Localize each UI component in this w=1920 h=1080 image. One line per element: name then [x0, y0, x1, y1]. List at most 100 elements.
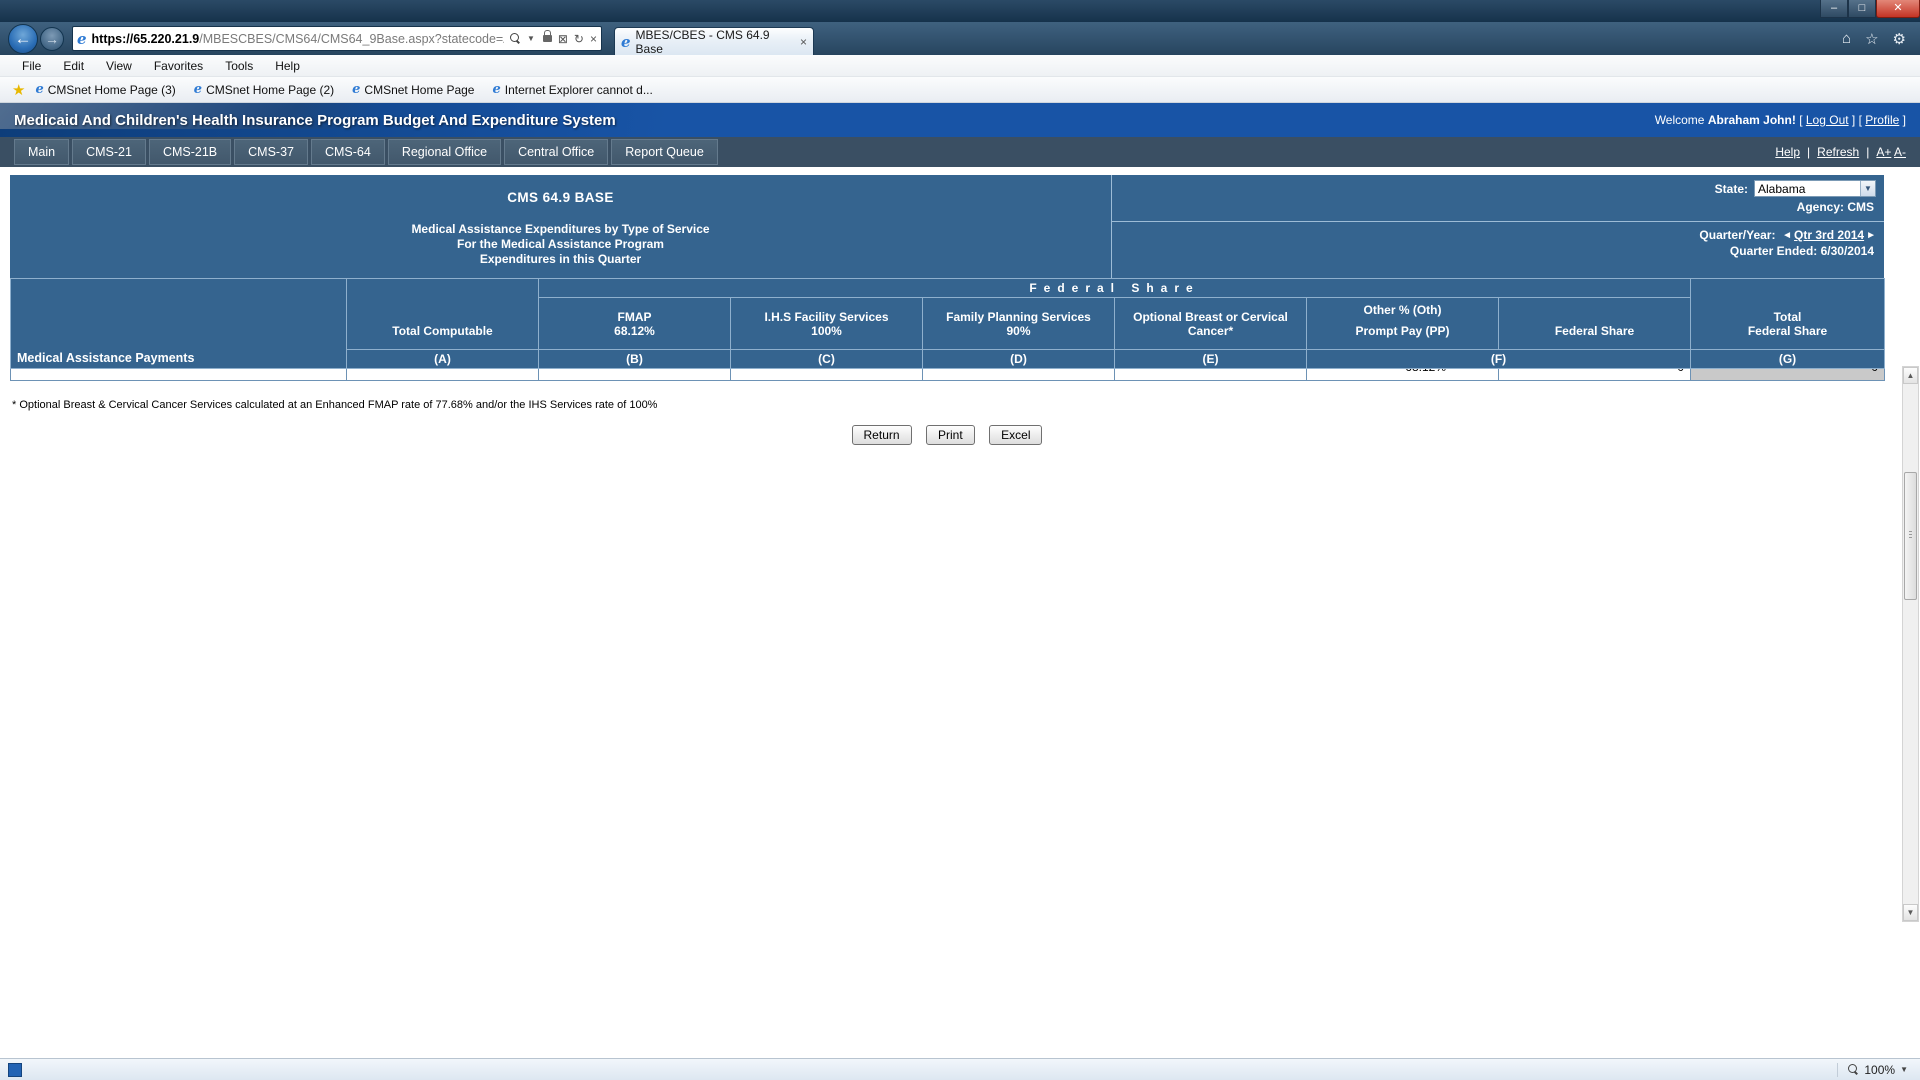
form-header: CMS 64.9 BASE Medical Assistance Expendi…: [10, 175, 1884, 278]
action-buttons: Return Print Excel: [10, 425, 1884, 445]
col-letter-b: (B): [539, 350, 731, 369]
state-label: State:: [1715, 182, 1748, 196]
minimize-button[interactable]: –: [1820, 0, 1848, 18]
nav-tab-cms21b[interactable]: CMS-21B: [149, 139, 231, 165]
menu-file[interactable]: File: [22, 59, 41, 73]
nav-tab-cms21[interactable]: CMS-21: [72, 139, 146, 165]
close-button[interactable]: ✕: [1876, 0, 1920, 18]
page-content: CMS 64.9 BASE Medical Assistance Expendi…: [0, 167, 1920, 445]
quarter-year-label: Quarter/Year:: [1699, 228, 1775, 242]
url-text[interactable]: https://65.220.21.9/MBESCBES/CMS64/CMS64…: [92, 32, 504, 46]
col-header-fmap: FMAP68.12%: [539, 298, 731, 350]
tab-close-icon[interactable]: ×: [800, 35, 807, 49]
menu-view[interactable]: View: [106, 59, 132, 73]
tab-title: MBES/CBES - CMS 64.9 Base: [636, 28, 800, 56]
col-header-ihs: I.H.S Facility Services100%: [731, 298, 923, 350]
excel-button[interactable]: Excel: [989, 425, 1042, 445]
menu-tools[interactable]: Tools: [225, 59, 253, 73]
profile-link[interactable]: Profile: [1865, 113, 1899, 127]
refresh-icon[interactable]: ↻: [574, 32, 584, 46]
table-body: 68.12% 0 0: [11, 369, 1885, 381]
scrollbar-thumb[interactable]: [1904, 472, 1917, 600]
back-button[interactable]: ←: [8, 24, 38, 54]
agency-label: Agency: CMS: [1797, 200, 1874, 214]
zoom-magnifier-icon: [1848, 1064, 1859, 1075]
browser-window: – □ ✕ ← → e https://65.220.21.9/MBESCBES…: [0, 0, 1920, 1080]
favicon-icon: e: [352, 82, 360, 97]
forward-button[interactable]: →: [40, 27, 64, 51]
quarter-next-icon[interactable]: ►: [1866, 230, 1876, 241]
nav-tab-cms64[interactable]: CMS-64: [311, 139, 385, 165]
print-button[interactable]: Print: [926, 425, 975, 445]
favicon-icon: e: [194, 82, 202, 97]
zoom-control[interactable]: 100% ▼: [1837, 1063, 1912, 1077]
status-bar: 100% ▼: [0, 1058, 1920, 1080]
user-name: Abraham John!: [1708, 113, 1796, 127]
stop-icon[interactable]: ×: [590, 32, 597, 46]
security-lock-icon: [543, 35, 552, 42]
menu-edit[interactable]: Edit: [63, 59, 84, 73]
scroll-down-icon[interactable]: ▼: [1903, 904, 1918, 921]
col-letter-d: (D): [923, 350, 1115, 369]
tools-gear-icon[interactable]: ⚙: [1893, 30, 1906, 48]
menu-favorites[interactable]: Favorites: [154, 59, 203, 73]
col-letter-g: (G): [1691, 350, 1885, 369]
favorite-link[interactable]: eCMSnet Home Page: [352, 82, 474, 97]
col-header-other-pct: Other % (Oth)Prompt Pay (PP): [1307, 298, 1499, 350]
favicon-icon: e: [35, 82, 43, 97]
scroll-up-icon[interactable]: ▲: [1903, 367, 1918, 384]
col-header-federal-share: Federal Share: [1499, 298, 1691, 350]
federal-share-group-header: Federal Share: [539, 279, 1691, 298]
quarter-ended-label: Quarter Ended: 6/30/2014: [1730, 244, 1874, 258]
nav-utility-links: Help|Refresh|A+ A-: [1775, 145, 1906, 159]
partial-scrolled-row: 68.12% 0 0: [11, 369, 1885, 381]
menu-help[interactable]: Help: [275, 59, 300, 73]
expenditure-table: Medical Assistance Payments Total Comput…: [10, 278, 1885, 381]
form-subtitle: Medical Assistance Expenditures by Type …: [10, 222, 1111, 267]
select-caret-icon: ▼: [1860, 181, 1875, 196]
nav-tab-regional-office[interactable]: Regional Office: [388, 139, 501, 165]
col-header-total-federal-share: TotalFederal Share: [1691, 279, 1885, 350]
quarter-year-value[interactable]: Qtr 3rd 2014: [1794, 228, 1864, 242]
search-dropdown-icon[interactable]: ▼: [527, 34, 535, 43]
return-button[interactable]: Return: [852, 425, 912, 445]
zoom-caret-icon: ▼: [1900, 1065, 1908, 1074]
home-icon[interactable]: ⌂: [1842, 30, 1851, 48]
favicon-icon: e: [492, 82, 500, 97]
state-select[interactable]: Alabama ▼: [1754, 180, 1876, 197]
col-header-total-computable: Total Computable: [347, 279, 539, 350]
refresh-link[interactable]: Refresh: [1817, 145, 1859, 159]
browser-chrome: ← → e https://65.220.21.9/MBESCBES/CMS64…: [0, 22, 1920, 55]
favorite-link[interactable]: eInternet Explorer cannot d...: [492, 82, 652, 97]
search-icon[interactable]: [510, 33, 521, 44]
row-header-label: Medical Assistance Payments: [11, 279, 347, 369]
nav-tab-cms37[interactable]: CMS-37: [234, 139, 308, 165]
favorites-star-icon[interactable]: ☆: [1865, 30, 1878, 48]
address-bar[interactable]: e https://65.220.21.9/MBESCBES/CMS64/CMS…: [72, 26, 602, 51]
compatibility-view-icon[interactable]: ⊠: [558, 32, 568, 46]
browser-tab[interactable]: e MBES/CBES - CMS 64.9 Base ×: [614, 27, 814, 55]
col-letter-f: (F): [1307, 350, 1691, 369]
nav-tab-central-office[interactable]: Central Office: [504, 139, 608, 165]
col-letter-a: (A): [347, 350, 539, 369]
help-link[interactable]: Help: [1775, 145, 1800, 159]
nav-tab-report-queue[interactable]: Report Queue: [611, 139, 718, 165]
logout-link[interactable]: Log Out: [1806, 113, 1849, 127]
window-titlebar: – □ ✕: [0, 0, 1920, 22]
table-scrollbar[interactable]: ▲ ▼: [1902, 366, 1919, 922]
header-divider: [1112, 221, 1884, 222]
app-navbar: Main CMS-21 CMS-21B CMS-37 CMS-64 Region…: [0, 137, 1920, 167]
welcome-text: Welcome Abraham John! [ Log Out ] [ Prof…: [1655, 113, 1906, 127]
favorites-bar: ★ eCMSnet Home Page (3) eCMSnet Home Pag…: [0, 77, 1920, 103]
status-icon: [8, 1063, 22, 1077]
form-title: CMS 64.9 BASE: [10, 190, 1111, 205]
col-header-breast-cervical: Optional Breast or CervicalCancer*: [1115, 298, 1307, 350]
favorite-link[interactable]: eCMSnet Home Page (2): [194, 82, 334, 97]
font-decrease-link[interactable]: A-: [1894, 145, 1906, 159]
favorites-bar-star-icon[interactable]: ★: [12, 81, 25, 99]
quarter-prev-icon[interactable]: ◄: [1782, 230, 1792, 241]
font-increase-link[interactable]: A+: [1876, 145, 1891, 159]
nav-tab-main[interactable]: Main: [14, 139, 69, 165]
maximize-button[interactable]: □: [1848, 0, 1876, 18]
favorite-link[interactable]: eCMSnet Home Page (3): [35, 82, 175, 97]
